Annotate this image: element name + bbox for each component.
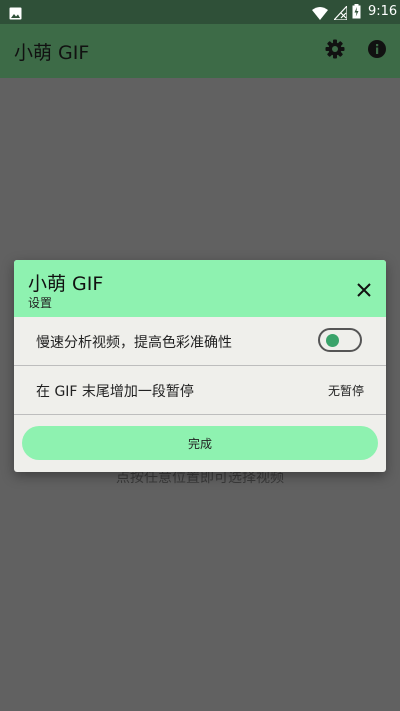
no-signal-icon [332,4,348,24]
settings-icon[interactable] [325,39,345,63]
toggle-knob [326,334,339,347]
close-icon[interactable] [352,278,376,302]
dialog-title: 小萌 GIF [28,273,104,295]
app-title: 小萌 GIF [14,42,90,64]
slow-analysis-label: 慢速分析视频，提高色彩准确性 [36,335,232,351]
end-pause-value[interactable]: 无暂停 [328,382,364,399]
slow-analysis-toggle[interactable] [318,328,362,352]
dialog-header: 小萌 GIF 设置 [14,260,386,317]
clock: 9:16 [368,4,398,19]
slow-analysis-row[interactable]: 慢速分析视频，提高色彩准确性 [14,317,386,366]
info-icon[interactable] [367,39,387,63]
app-bar: 小萌 GIF [0,24,400,78]
done-button[interactable]: 完成 [22,426,378,460]
battery-charging-icon [352,4,361,23]
wifi-icon [312,5,328,24]
image-icon [9,5,22,24]
dialog-subtitle: 设置 [28,296,53,310]
settings-dialog: 小萌 GIF 设置 慢速分析视频，提高色彩准确性 在 GIF 末尾增加一段暂停 … [14,260,386,472]
status-bar: 9:16 [0,0,400,24]
end-pause-label: 在 GIF 末尾增加一段暂停 [36,384,194,400]
end-pause-row[interactable]: 在 GIF 末尾增加一段暂停 无暂停 [14,366,386,415]
